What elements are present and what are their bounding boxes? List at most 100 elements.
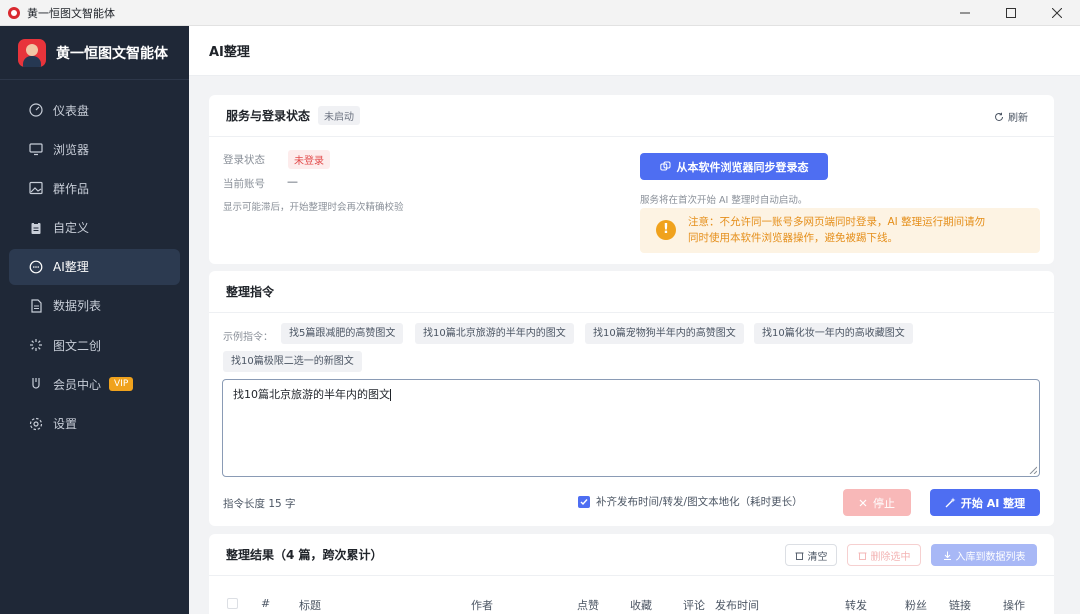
dashboard-icon bbox=[29, 103, 43, 117]
example-chip[interactable]: 找5篇跟减肥的高赞图文 bbox=[281, 323, 404, 344]
sidebar-item-label: 会员中心 bbox=[53, 377, 102, 392]
link-icon bbox=[659, 161, 670, 171]
monitor-icon bbox=[29, 143, 43, 156]
sidebar-item-browser[interactable]: 浏览器 bbox=[9, 131, 180, 167]
trash-icon bbox=[795, 552, 803, 560]
card-header: 整理指令 bbox=[209, 271, 1054, 313]
select-all-checkbox[interactable] bbox=[227, 598, 238, 609]
refresh-icon bbox=[995, 112, 1003, 121]
results-card: 整理结果（4 篇，跨次累计） 清空 删除选中 入库到数据列表 # 标题 作者 点… bbox=[209, 534, 1054, 614]
card-header: 服务与登录状态 未启动 刷新 bbox=[209, 95, 1054, 137]
trash-icon bbox=[858, 552, 866, 560]
sidebar-item-membership[interactable]: 会员中心 VIP bbox=[9, 366, 180, 402]
start-ai-organize-button[interactable]: 开始 AI 整理 bbox=[930, 489, 1040, 516]
current-account-value: — bbox=[287, 175, 298, 188]
localize-checkbox-label: 补齐发布时间/转发/图文本地化（耗时更长） bbox=[596, 496, 803, 508]
refresh-button[interactable]: 刷新 bbox=[994, 109, 1028, 124]
delete-selected-button[interactable]: 删除选中 bbox=[847, 544, 921, 566]
warning-line: 注意：不允许同一账号多网页端同时登录，AI 整理运行期间请勿 bbox=[688, 216, 986, 228]
sidebar-item-ai-organize[interactable]: AI整理 bbox=[9, 248, 180, 285]
examples-label: 示例指令： bbox=[223, 332, 273, 343]
close-window-button[interactable] bbox=[1034, 0, 1080, 26]
save-to-data-list-button[interactable]: 入库到数据列表 bbox=[931, 544, 1037, 566]
card-title: 整理指令 bbox=[226, 285, 275, 299]
checkmark-icon bbox=[580, 498, 588, 505]
close-icon bbox=[859, 499, 867, 506]
sidebar-item-remix[interactable]: 图文二创 bbox=[9, 327, 180, 363]
sidebar-nav: 仪表盘 浏览器 群作品 自定义 AI整理 数据列表 图文二创 会员中心 VIP … bbox=[0, 80, 189, 442]
service-status-card: 服务与登录状态 未启动 刷新 登录状态 未登录 当前账号 — 显示可能滞后，开始… bbox=[209, 95, 1054, 264]
example-chip[interactable]: 找10篇极限二选一的新图文 bbox=[223, 351, 362, 372]
sidebar-item-label: 自定义 bbox=[53, 221, 90, 236]
start-button-label: 开始 AI 整理 bbox=[960, 496, 1026, 510]
sidebar-item-data-list[interactable]: 数据列表 bbox=[9, 288, 180, 324]
command-card: 整理指令 示例指令： 找5篇跟减肥的高赞图文 找10篇北京旅游的半年内的图文 找… bbox=[209, 271, 1054, 526]
page-title: AI整理 bbox=[209, 45, 250, 60]
localize-checkbox-row[interactable]: 补齐发布时间/转发/图文本地化（耗时更长） bbox=[578, 494, 803, 509]
brand: 黄一恒图文智能体 bbox=[0, 26, 189, 80]
clipboard-icon bbox=[31, 221, 41, 234]
column-header[interactable]: 作者 bbox=[471, 597, 493, 613]
main-content: AI整理 服务与登录状态 未启动 刷新 登录状态 未登录 当前账号 — 显示可能… bbox=[189, 26, 1080, 614]
example-chip[interactable]: 找10篇北京旅游的半年内的图文 bbox=[415, 323, 574, 344]
column-header[interactable]: 标题 bbox=[299, 597, 321, 613]
sidebar-item-label: 群作品 bbox=[53, 181, 90, 196]
warning-icon: ! bbox=[656, 220, 676, 240]
localize-checkbox[interactable] bbox=[578, 495, 590, 508]
login-status-label: 登录状态 bbox=[223, 154, 265, 166]
command-input[interactable]: 找10篇北京旅游的半年内的图文 bbox=[222, 379, 1040, 477]
window-titlebar: 黄一恒图文智能体 bbox=[0, 0, 1080, 26]
minimize-icon bbox=[960, 12, 970, 14]
card-header: 整理结果（4 篇，跨次累计） bbox=[209, 534, 1054, 576]
card-title: 服务与登录状态 bbox=[226, 109, 311, 123]
image-icon bbox=[29, 182, 43, 195]
brand-name: 黄一恒图文智能体 bbox=[56, 45, 168, 62]
column-header[interactable]: 收藏 bbox=[630, 597, 652, 613]
sidebar-item-settings[interactable]: 设置 bbox=[9, 406, 180, 442]
sidebar-item-dashboard[interactable]: 仪表盘 bbox=[9, 92, 180, 128]
sync-login-button[interactable]: 从本软件浏览器同步登录态 bbox=[640, 153, 828, 180]
warning-line: 同时使用本软件浏览器操作，避免被踢下线。 bbox=[688, 232, 898, 244]
sidebar-item-label: 数据列表 bbox=[53, 299, 102, 314]
warning-text: 注意：不允许同一账号多网页端同时登录，AI 整理运行期间请勿 同时使用本软件浏览… bbox=[688, 214, 985, 246]
vip-badge: VIP bbox=[109, 377, 134, 392]
window-title: 黄一恒图文智能体 bbox=[27, 6, 115, 20]
command-input-value: 找10篇北京旅游的半年内的图文 bbox=[233, 388, 390, 401]
maximize-icon bbox=[1006, 8, 1016, 18]
auto-start-note: 服务将在首次开始 AI 整理时自动启动。 bbox=[640, 195, 808, 206]
column-header[interactable]: 转发 bbox=[845, 597, 867, 613]
maximize-button[interactable] bbox=[988, 0, 1034, 26]
sidebar-item-works[interactable]: 群作品 bbox=[9, 170, 180, 206]
sidebar-item-label: 图文二创 bbox=[53, 338, 102, 353]
refresh-label: 刷新 bbox=[1008, 113, 1028, 124]
column-header[interactable]: # bbox=[261, 597, 270, 610]
column-header[interactable]: 操作 bbox=[1003, 597, 1025, 613]
sidebar-item-custom[interactable]: 自定义 bbox=[9, 210, 180, 246]
wand-icon bbox=[945, 497, 956, 508]
command-length: 指令长度 15 字 bbox=[223, 498, 296, 510]
sync-login-label: 从本软件浏览器同步登录态 bbox=[676, 160, 809, 174]
window-controls bbox=[942, 0, 1080, 26]
sidebar-item-label: 仪表盘 bbox=[53, 103, 90, 118]
card-title: 整理结果（4 篇，跨次累计） bbox=[226, 548, 383, 562]
column-header[interactable]: 粉丝 bbox=[905, 597, 927, 613]
example-chip[interactable]: 找10篇宠物狗半年内的高赞图文 bbox=[585, 323, 744, 344]
app-logo-icon bbox=[8, 6, 20, 19]
column-header[interactable]: 发布时间 bbox=[715, 597, 759, 613]
minimize-button[interactable] bbox=[942, 0, 988, 26]
gear-icon bbox=[29, 417, 43, 430]
delete-button-label: 删除选中 bbox=[870, 551, 911, 563]
resize-grip-icon[interactable] bbox=[1029, 466, 1037, 474]
clear-button[interactable]: 清空 bbox=[785, 544, 837, 566]
save-button-label: 入库到数据列表 bbox=[955, 551, 1026, 563]
example-chip[interactable]: 找10篇化妆一年内的高收藏图文 bbox=[754, 323, 913, 344]
stop-button[interactable]: 停止 bbox=[843, 489, 911, 516]
warning-box: ! 注意：不允许同一账号多网页端同时登录，AI 整理运行期间请勿 同时使用本软件… bbox=[640, 208, 1040, 253]
column-header[interactable]: 点赞 bbox=[577, 597, 599, 613]
close-icon bbox=[1052, 8, 1062, 18]
column-header[interactable]: 评论 bbox=[683, 597, 705, 613]
page-header: AI整理 bbox=[189, 26, 1080, 76]
sidebar-item-label: 设置 bbox=[53, 417, 78, 431]
column-header[interactable]: 链接 bbox=[949, 597, 971, 613]
brand-avatar bbox=[18, 38, 46, 67]
